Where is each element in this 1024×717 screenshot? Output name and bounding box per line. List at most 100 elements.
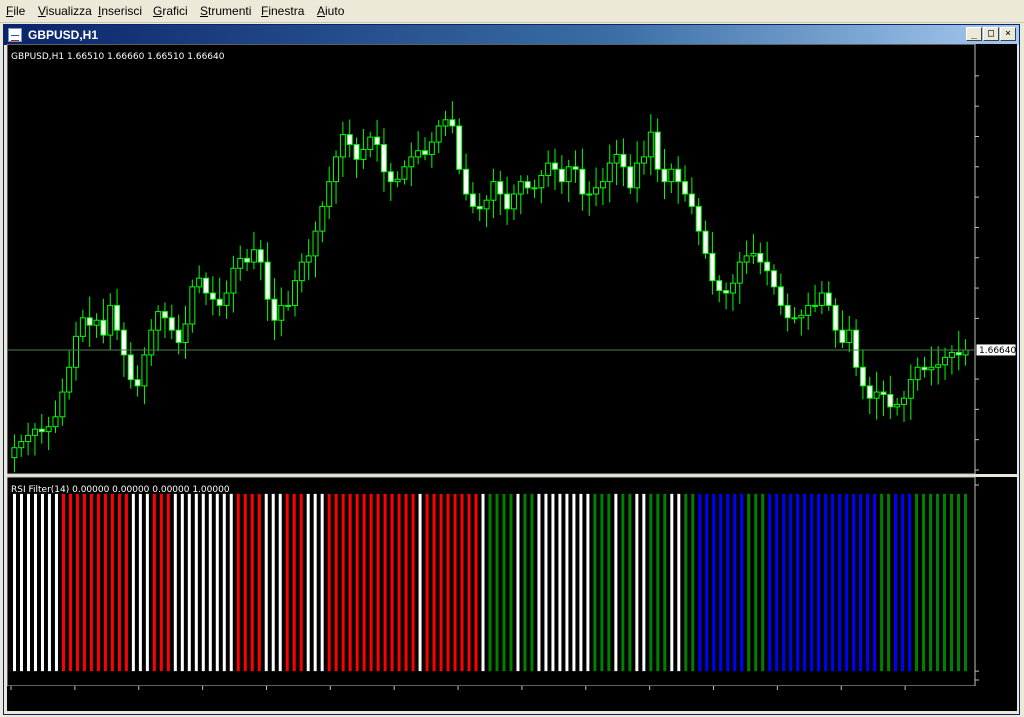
histogram-bar xyxy=(117,493,121,672)
histogram-bar xyxy=(740,493,744,672)
candle-body xyxy=(73,335,80,368)
price-tick-label: 1.66160 xyxy=(981,405,1017,415)
histogram-bar xyxy=(831,493,835,672)
candle-body xyxy=(743,255,750,263)
candle-body xyxy=(900,397,907,405)
indicator-axis-bg xyxy=(975,477,1017,686)
candle-body xyxy=(100,319,107,336)
histogram-bar xyxy=(537,493,541,672)
candle-body xyxy=(271,298,278,321)
histogram-bar xyxy=(761,493,765,672)
candle-body xyxy=(339,134,346,158)
candle-body xyxy=(907,379,914,399)
candle-body xyxy=(387,171,394,183)
menu-item-inserisci[interactable]: Inserisci xyxy=(98,4,142,18)
candle-body xyxy=(716,280,723,292)
candle-body xyxy=(415,150,422,158)
histogram-bar xyxy=(747,493,751,672)
histogram-bar xyxy=(600,493,604,672)
histogram-bar xyxy=(47,493,51,672)
menu-item-aiuto[interactable]: Aiuto xyxy=(317,4,344,18)
candle-body xyxy=(230,267,237,294)
candle-body xyxy=(914,366,921,381)
histogram-bar xyxy=(110,493,114,672)
menu-item-visualizza[interactable]: Visualizza xyxy=(38,4,92,18)
candle-body xyxy=(545,162,552,176)
histogram-bar xyxy=(376,493,380,672)
time-tick-label: 19 Nov 03:00 xyxy=(779,695,840,705)
menu-item-file[interactable]: File xyxy=(6,4,25,18)
time-tick-label: 16 Nov 03:00 xyxy=(205,695,266,705)
histogram-bar xyxy=(103,493,107,672)
candle-body xyxy=(237,257,244,269)
histogram-bar xyxy=(495,493,499,672)
candle-body xyxy=(962,349,969,356)
candle-body xyxy=(935,364,942,368)
histogram-bar xyxy=(670,493,674,672)
histogram-bar xyxy=(411,493,415,672)
candle-body xyxy=(93,319,100,326)
histogram-bar xyxy=(859,493,863,672)
histogram-bar xyxy=(320,493,324,672)
time-tick-label: 18 Nov 11:00 xyxy=(652,695,713,705)
candle-body xyxy=(86,317,93,326)
candle-body xyxy=(606,162,613,183)
candle-body xyxy=(873,391,880,399)
candle-body xyxy=(141,354,148,387)
candle-body xyxy=(285,304,292,307)
histogram-bar xyxy=(180,493,184,672)
histogram-bar xyxy=(663,493,667,672)
candle-body xyxy=(859,366,866,387)
histogram-bar xyxy=(649,493,653,672)
candle-body xyxy=(25,434,32,443)
candle-body xyxy=(702,230,709,254)
menu-item-grafici[interactable]: Grafici xyxy=(153,4,188,18)
candle-body xyxy=(640,156,647,164)
histogram-bar xyxy=(621,493,625,672)
histogram-bar xyxy=(558,493,562,672)
candle-body xyxy=(148,329,155,356)
candle-body xyxy=(216,298,223,306)
histogram-bar xyxy=(894,493,898,672)
candle-body xyxy=(476,205,483,210)
close-button[interactable]: × xyxy=(1000,27,1016,41)
menu-item-strumenti[interactable]: Strumenti xyxy=(200,4,251,18)
histogram-bar xyxy=(908,493,912,672)
window-titlebar[interactable]: GBPUSD,H1 _ □ × xyxy=(4,25,1019,45)
price-tick-label: 1.67385 xyxy=(981,254,1017,264)
candle-body xyxy=(291,280,298,306)
candle-body xyxy=(620,153,627,168)
time-tick-label: 13 Nov 10:00 xyxy=(77,695,138,705)
histogram-bar xyxy=(950,493,954,672)
candle-body xyxy=(497,181,504,195)
price-tick-label: 1.68120 xyxy=(981,163,1017,173)
candle-body xyxy=(524,181,531,189)
histogram-bar xyxy=(236,493,240,672)
candle-body xyxy=(127,354,134,381)
candle-body xyxy=(490,181,497,201)
candle-body xyxy=(784,304,791,319)
candle-body xyxy=(709,252,716,282)
histogram-bar xyxy=(89,493,93,672)
minimize-button[interactable]: _ xyxy=(966,27,982,41)
histogram-bar xyxy=(572,493,576,672)
histogram-bar xyxy=(397,493,401,672)
histogram-bar xyxy=(278,493,282,672)
candle-body xyxy=(59,391,66,418)
candle-body xyxy=(921,366,928,371)
candle-body xyxy=(182,323,189,344)
histogram-bar xyxy=(509,493,513,672)
chart-canvas[interactable]: 1.68855 1.68610 1.68365 1.68120 1.67875 1.676… xyxy=(7,44,1017,711)
maximize-button[interactable]: □ xyxy=(983,27,999,41)
candle-body xyxy=(45,426,52,433)
candle-body xyxy=(634,162,641,189)
candle-body xyxy=(120,329,127,356)
candle-body xyxy=(312,230,319,257)
histogram-bar xyxy=(523,493,527,672)
candle-body xyxy=(38,428,45,433)
main-chart-bg[interactable] xyxy=(7,44,976,475)
candle-body xyxy=(223,292,230,306)
menu-item-finestra[interactable]: Finestra xyxy=(261,4,304,18)
histogram-bar xyxy=(901,493,905,672)
histogram-bar xyxy=(96,493,100,672)
